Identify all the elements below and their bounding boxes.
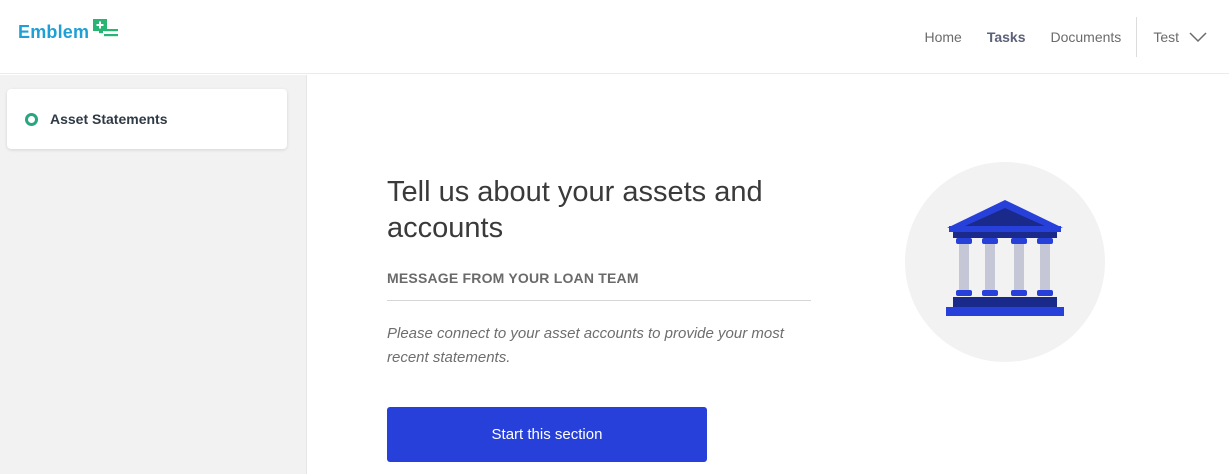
user-name: Test xyxy=(1153,29,1179,45)
nav-home[interactable]: Home xyxy=(924,27,961,47)
sidebar-item-asset-statements[interactable]: Asset Statements xyxy=(7,89,287,149)
main-nav: Home Tasks Documents Test xyxy=(899,0,1229,74)
nav-divider xyxy=(1136,17,1138,57)
status-ring-icon xyxy=(25,112,38,126)
logo-mark-icon xyxy=(93,19,119,37)
user-menu[interactable]: Test xyxy=(1153,29,1207,45)
start-section-button[interactable]: Start this section xyxy=(387,407,707,462)
chevron-down-icon xyxy=(1189,32,1207,43)
emblem-logo[interactable]: Emblem xyxy=(18,19,121,44)
divider xyxy=(387,300,811,301)
bank-illustration xyxy=(905,162,1105,362)
logo-text: Emblem xyxy=(18,22,90,42)
sidebar: Asset Statements xyxy=(0,75,307,474)
top-header: Emblem Home Tasks Documents Test xyxy=(0,0,1229,74)
message-body: Please connect to your asset accounts to… xyxy=(387,325,784,366)
page-title: Tell us about your assets and accounts xyxy=(387,176,763,244)
bank-icon xyxy=(946,200,1064,316)
nav-documents[interactable]: Documents xyxy=(1051,27,1122,47)
sidebar-item-label: Asset Statements xyxy=(50,111,168,127)
message-label: MESSAGE FROM YOUR LOAN TEAM xyxy=(387,270,639,286)
nav-tasks[interactable]: Tasks xyxy=(987,27,1026,47)
